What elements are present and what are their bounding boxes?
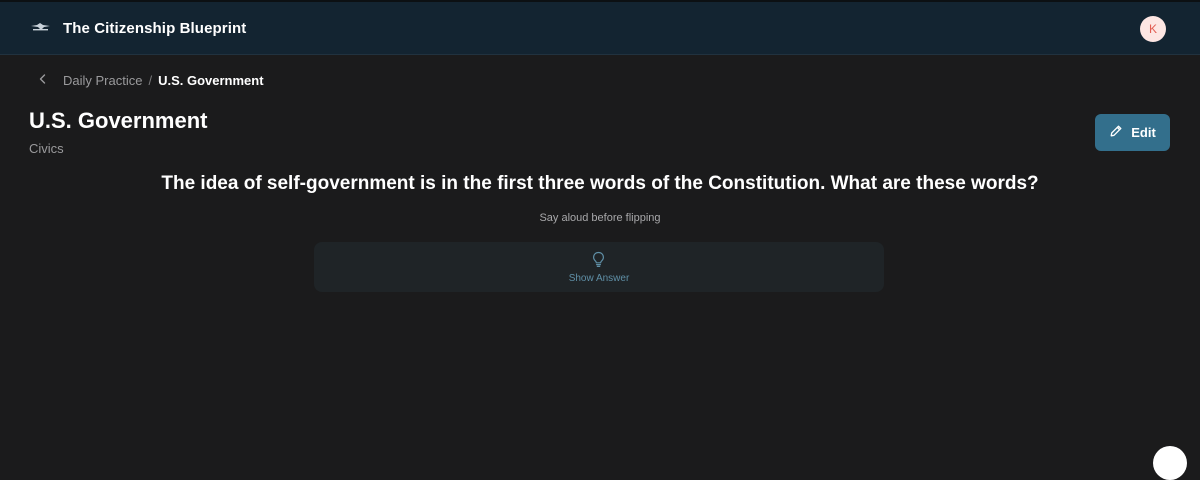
chevron-left-icon[interactable] [36, 72, 63, 89]
top-navigation-bar: The Citizenship Blueprint K [0, 0, 1200, 55]
edit-button[interactable]: Edit [1095, 114, 1170, 151]
page-subtitle: Civics [29, 141, 64, 156]
brand[interactable]: The Citizenship Blueprint [30, 2, 246, 55]
show-answer-label[interactable]: Show Answer [314, 273, 884, 284]
breadcrumb-current: U.S. Government [158, 72, 264, 88]
page-title: U.S. Government [29, 108, 208, 133]
user-avatar[interactable]: K [1140, 16, 1166, 42]
flashcard-question: The idea of self-government is in the fi… [161, 173, 1039, 194]
flashcard-hint: Say aloud before flipping [539, 212, 661, 224]
breadcrumb-separator: / [148, 72, 153, 88]
floating-help-button[interactable] [1153, 446, 1187, 480]
breadcrumb-daily-practice[interactable]: Daily Practice [63, 73, 142, 88]
pencil-icon [1109, 124, 1131, 141]
eagle-logo-icon [30, 20, 63, 38]
breadcrumb: Daily Practice / U.S. Government [36, 71, 264, 89]
app-title: The Citizenship Blueprint [63, 20, 247, 37]
edit-button-label: Edit [1131, 125, 1156, 140]
